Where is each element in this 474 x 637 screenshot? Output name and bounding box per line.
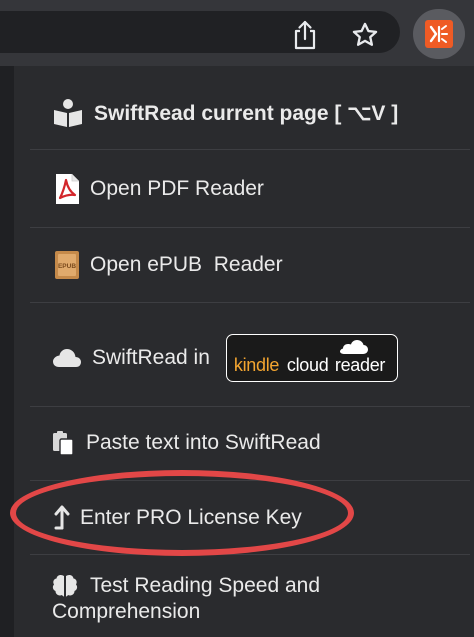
divider — [30, 227, 470, 228]
divider — [30, 480, 470, 481]
epub-icon-label: EPUB — [58, 263, 76, 270]
divider — [30, 406, 470, 407]
kindle-cloud-reader-badge[interactable]: kindle cloud reader — [225, 334, 398, 382]
browser-toolbar — [0, 0, 474, 66]
menu-item-paste-text[interactable]: Paste text into SwiftRead — [14, 418, 474, 468]
bookmark-star-button[interactable] — [346, 16, 384, 54]
swiftread-extension-button[interactable] — [413, 9, 465, 59]
share-button[interactable] — [286, 16, 324, 54]
divider — [30, 554, 470, 555]
share-icon — [294, 20, 316, 50]
menu-item-label-continued: Comprehension — [52, 600, 201, 623]
address-bar[interactable] — [0, 11, 400, 53]
menu-item-open-epub-reader[interactable]: EPUB Open ePUB Reader — [14, 240, 474, 290]
menu-item-swiftread-in-kindle[interactable]: SwiftRead in kindle cloud reader — [14, 330, 474, 386]
menu-item-label: Test Reading Speed and — [90, 574, 321, 597]
divider — [30, 302, 470, 303]
epub-file-icon: EPUB — [54, 250, 80, 280]
divider — [30, 149, 470, 150]
kindle-word: kindle — [233, 355, 280, 375]
menu-item-label: Enter PRO License Key — [80, 506, 302, 529]
swiftread-extension-icon — [425, 20, 453, 48]
menu-item-label: Paste text into SwiftRead — [86, 431, 321, 454]
bookmark-star-icon — [352, 22, 378, 46]
cloud-word: cloud — [286, 355, 329, 375]
kindle-cloud-logo-icon — [339, 340, 368, 354]
cloud-icon — [52, 347, 82, 369]
menu-item-label: SwiftRead in — [92, 346, 210, 369]
browser-window: SwiftRead current page [ ⌥V ] Open PDF R… — [0, 0, 474, 637]
paste-icon — [52, 430, 74, 456]
menu-item-label: Open PDF Reader — [90, 177, 264, 200]
brain-icon — [52, 574, 78, 598]
menu-item-label: SwiftRead current page [ ⌥V ] — [94, 101, 399, 125]
upload-arrow-icon — [54, 505, 70, 531]
book-reader-icon — [52, 98, 84, 128]
menu-item-swiftread-current-page[interactable]: SwiftRead current page [ ⌥V ] — [14, 88, 474, 138]
menu-item-test-reading-speed[interactable]: Test Reading Speed and Comprehension — [14, 574, 474, 634]
reader-word: reader — [334, 355, 386, 375]
menu-item-label: Open ePUB Reader — [90, 253, 283, 276]
menu-item-enter-pro-license-key[interactable]: Enter PRO License Key — [14, 493, 474, 543]
menu-item-open-pdf-reader[interactable]: Open PDF Reader — [14, 164, 474, 214]
swiftread-popup-menu: SwiftRead current page [ ⌥V ] Open PDF R… — [14, 66, 474, 637]
pdf-file-icon — [54, 173, 80, 205]
